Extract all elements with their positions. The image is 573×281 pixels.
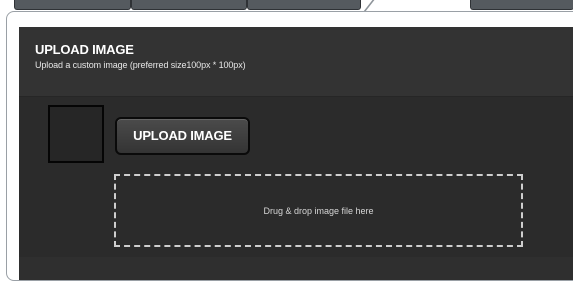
upload-image-panel: UPLOAD IMAGE Upload a custom image (pref… — [19, 27, 573, 280]
panel-subtitle: Upload a custom image (preferred size100… — [35, 60, 246, 70]
image-dropzone[interactable]: Drug & drop image file here — [114, 174, 523, 247]
tab-4[interactable] — [470, 0, 573, 10]
panel-footer-band — [19, 257, 573, 280]
panel-header: UPLOAD IMAGE Upload a custom image (pref… — [19, 27, 573, 97]
tab-3[interactable] — [247, 0, 361, 10]
dropzone-hint: Drug & drop image file here — [263, 205, 374, 216]
panel-title: UPLOAD IMAGE — [35, 42, 134, 57]
tab-2[interactable] — [131, 0, 247, 10]
upload-image-button[interactable]: UPLOAD IMAGE — [115, 117, 250, 155]
tab-1[interactable] — [14, 0, 131, 10]
image-preview-thumbnail — [48, 105, 104, 163]
